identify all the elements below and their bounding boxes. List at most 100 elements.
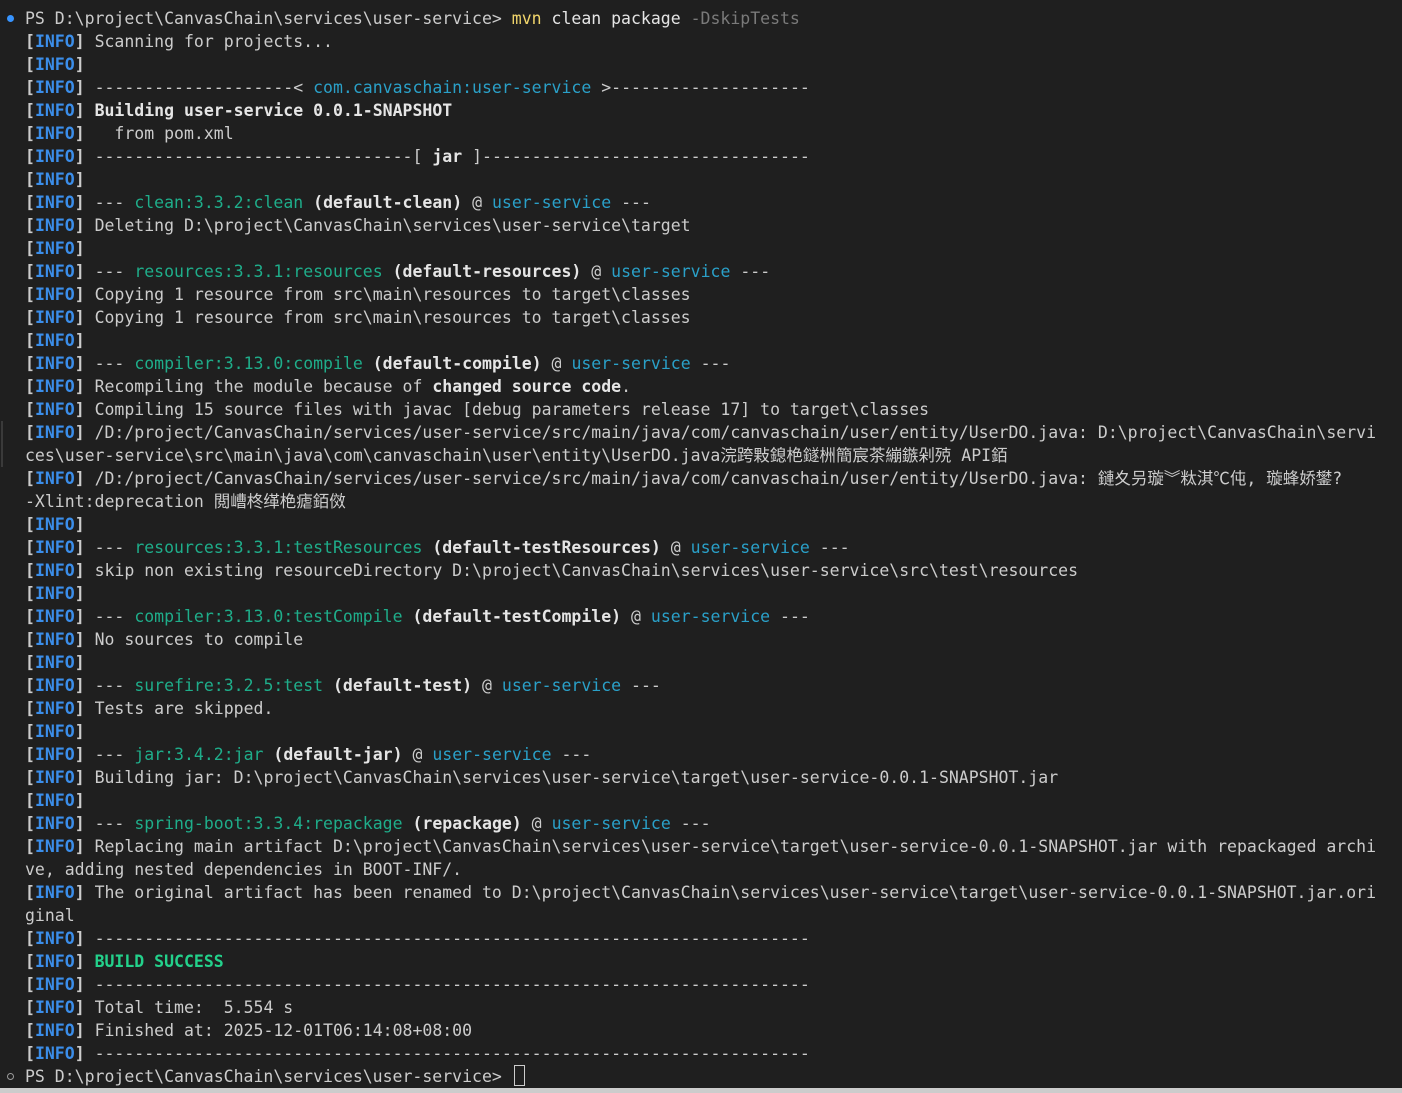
output-line: [INFO] --- clean:3.3.2:clean (default-cl… <box>25 191 1395 214</box>
output-segment: ----------------------------------------… <box>94 1044 810 1063</box>
output-segment: Tests are skipped. <box>94 699 274 718</box>
output-segment: --------------------< <box>94 78 314 97</box>
output-segment: --- <box>770 607 810 626</box>
output-segment: --- <box>690 354 731 373</box>
output-segment: (default-testResources) <box>432 538 661 557</box>
output-segment: [ <box>25 515 35 534</box>
output-segment: INFO <box>34 285 75 304</box>
command-status-dot-icon[interactable] <box>7 15 14 22</box>
output-segment: INFO <box>34 653 75 672</box>
output-segment: [ <box>25 630 35 649</box>
output-segment: ] <box>74 768 95 787</box>
output-segment: [ <box>25 101 35 120</box>
output-segment: ] <box>74 239 85 258</box>
output-segment: ] <box>74 32 95 51</box>
output-segment: (default-resources) <box>392 262 582 281</box>
output-segment: user-service <box>491 193 612 212</box>
output-segment: INFO <box>34 745 75 764</box>
output-segment: INFO <box>34 354 75 373</box>
output-segment: ] <box>74 561 95 580</box>
output-segment: user-service <box>571 354 691 373</box>
output-segment: (default-jar) <box>273 745 403 764</box>
output-segment <box>263 745 273 764</box>
output-segment: ] <box>74 515 85 534</box>
output-line: [INFO] Scanning for projects... <box>25 30 1395 53</box>
output-line: [INFO] Deleting D:\project\CanvasChain\s… <box>25 214 1395 237</box>
output-segment: [ <box>25 423 35 442</box>
terminal-panel[interactable]: PS D:\project\CanvasChain\services\user-… <box>0 0 1402 1088</box>
output-segment: ] <box>74 193 95 212</box>
output-segment: compiler:3.13.0:testCompile <box>134 607 403 626</box>
output-segment: @ <box>541 354 572 373</box>
output-segment: ] <box>74 354 95 373</box>
output-segment: INFO <box>34 561 75 580</box>
output-line: [INFO] Recompiling the module because of… <box>25 375 1395 398</box>
output-segment: [ <box>25 653 35 672</box>
output-segment: [ <box>25 883 35 902</box>
prompt-status-dot-icon[interactable] <box>7 1073 14 1080</box>
output-segment: ] <box>74 170 85 189</box>
output-segment: [ <box>25 538 35 557</box>
output-line: [INFO] skip non existing resourceDirecto… <box>25 559 1395 582</box>
terminal-cursor[interactable] <box>513 1065 525 1086</box>
output-segment: jar <box>432 147 463 166</box>
output-segment: ces\user-service\src\main\java\com\canva… <box>25 446 1008 465</box>
output-segment <box>303 193 313 212</box>
output-segment: [ <box>25 676 35 695</box>
output-segment: user-service <box>611 262 731 281</box>
output-segment: ] <box>74 791 85 810</box>
output-segment: [ <box>25 561 35 580</box>
output-segment: ----------------------------------------… <box>94 975 810 994</box>
command-line: PS D:\project\CanvasChain\services\user-… <box>7 7 1395 30</box>
output-segment: PS D:\project\CanvasChain\services\user-… <box>25 9 512 28</box>
output-segment: [ <box>25 377 35 396</box>
output-segment: [ <box>25 584 35 603</box>
output-line: [INFO] ---------------------------------… <box>25 973 1395 996</box>
output-line: [INFO] Building jar: D:\project\CanvasCh… <box>25 766 1395 789</box>
output-segment: skip non existing resourceDirectory D:\p… <box>94 561 1079 580</box>
output-segment: ] <box>74 676 95 695</box>
output-segment: [ <box>25 78 35 97</box>
output-segment: surefire:3.2.5:test <box>134 676 324 695</box>
wrapped-line-indicator <box>1 421 3 467</box>
output-line: [INFO] Building user-service 0.0.1-SNAPS… <box>25 99 1395 122</box>
output-segment: (default-clean) <box>313 193 463 212</box>
output-segment: [ <box>25 975 35 994</box>
prompt-line[interactable]: PS D:\project\CanvasChain\services\user-… <box>7 1065 1395 1088</box>
output-segment: --- <box>94 814 135 833</box>
output-segment: ] <box>74 630 95 649</box>
output-segment: ] <box>74 929 95 948</box>
output-segment: [ <box>25 216 35 235</box>
output-segment: INFO <box>34 538 75 557</box>
output-segment: [ <box>25 814 35 833</box>
output-segment <box>363 354 373 373</box>
output-segment: [ <box>25 262 35 281</box>
output-segment: @ <box>581 262 612 281</box>
terminal-output: PS D:\project\CanvasChain\services\user-… <box>1 7 1395 1088</box>
output-line: [INFO] --------------------------------[… <box>25 145 1395 168</box>
output-segment: INFO <box>34 262 75 281</box>
output-segment: /D:/project/CanvasChain/services/user-se… <box>94 423 1377 442</box>
output-segment: INFO <box>34 331 75 350</box>
output-segment: INFO <box>34 78 75 97</box>
output-line: [INFO] <box>25 651 1395 674</box>
output-segment: @ <box>402 745 433 764</box>
output-segment: from pom.xml <box>94 124 234 143</box>
output-segment: Recompiling the module because of <box>94 377 433 396</box>
output-segment: -DskipTests <box>690 9 800 28</box>
output-segment: [ <box>25 699 35 718</box>
output-line: [INFO] --- compiler:3.13.0:testCompile (… <box>25 605 1395 628</box>
output-segment: BUILD SUCCESS <box>94 952 224 971</box>
output-segment: --- <box>730 262 771 281</box>
output-segment: INFO <box>34 147 75 166</box>
output-segment: user-service <box>690 538 810 557</box>
output-line: [INFO] <box>25 329 1395 352</box>
output-segment: ] <box>74 423 95 442</box>
output-line: [INFO] /D:/project/CanvasChain/services/… <box>1 421 1395 467</box>
output-segment: ] <box>74 400 95 419</box>
output-segment: ] <box>74 837 95 856</box>
output-segment: --- <box>94 676 135 695</box>
output-segment: ] <box>74 1021 95 1040</box>
output-segment: [ <box>25 147 35 166</box>
output-segment: --- <box>670 814 711 833</box>
